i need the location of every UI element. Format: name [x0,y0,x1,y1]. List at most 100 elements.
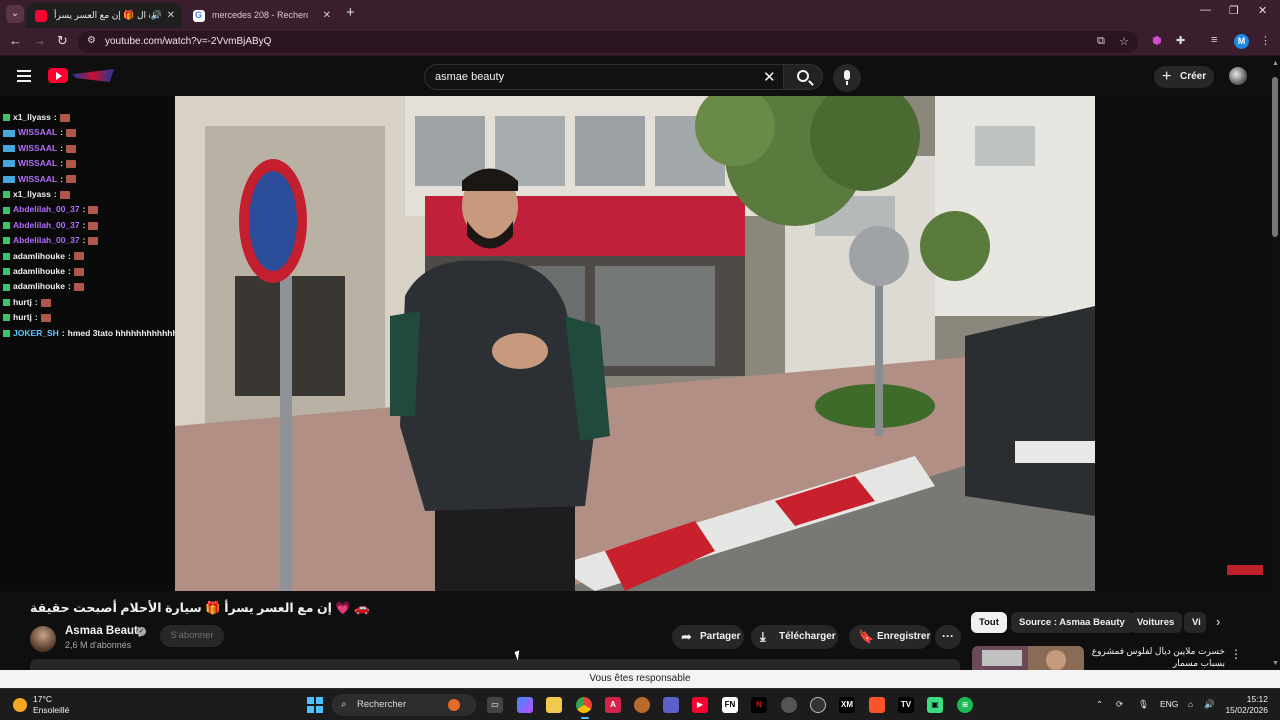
close-window-icon[interactable]: ✕ [1258,4,1267,17]
chat-username[interactable]: hurtj [13,297,32,307]
tray-sync-icon[interactable]: ⟳ [1116,699,1123,710]
chat-username[interactable]: WISSAAL [18,158,57,168]
file-explorer-icon[interactable] [546,697,562,713]
back-icon[interactable]: ← [9,33,22,48]
chip-cars[interactable]: Voitures [1129,612,1183,633]
chat-username[interactable]: x1_llyass [13,189,51,199]
menu-icon[interactable] [17,70,31,82]
chat-username[interactable]: WISSAAL [18,143,57,153]
site-info-icon[interactable]: ⚙ [87,35,96,46]
chip-all[interactable]: Tout [971,612,1007,633]
acrobat-icon[interactable]: A [605,697,621,713]
account-avatar[interactable] [1229,67,1247,85]
moderator-badge-icon [3,237,10,245]
tab-google[interactable]: mercedes 208 - Recherche Goo ✕ [184,3,338,28]
xm-app-icon[interactable]: XM [839,697,855,713]
chat-username[interactable]: Abdelilah_00_37 [13,220,80,230]
youtube-app-icon[interactable]: ▶ [692,697,708,713]
restore-icon[interactable]: ❐ [1229,4,1239,17]
app-gray-icon[interactable] [781,697,797,713]
media-control-icon[interactable]: ≡ [1211,34,1217,46]
tab-youtube[interactable]: سيارة ال 🎁 إن مع العسر يسرأ 🔊 ✕ [26,3,182,28]
chip-source[interactable]: Source : Asmaa Beauty [1011,612,1133,633]
app-circle-icon[interactable] [810,697,826,713]
windows-start-icon[interactable] [307,697,323,713]
chat-username[interactable]: adamlihouke [13,266,65,276]
notice-banner: Vous êtes responsable [0,670,1280,688]
fn-app-icon[interactable]: FN [722,697,738,713]
speaker-icon[interactable]: 🔊 [151,3,162,28]
taskbar-search[interactable]: ⌕ Rechercher [332,694,476,716]
app-orange-icon[interactable] [634,697,650,713]
chat-separator: : [34,296,38,307]
reload-icon[interactable]: ↻ [57,33,68,49]
chat-username[interactable]: JOKER_SH [13,328,59,338]
scroll-up-icon[interactable]: ▲ [1272,60,1279,67]
chrome-icon[interactable] [576,697,592,713]
recommended-menu-icon[interactable]: ⋮ [1230,647,1242,661]
netflix-icon[interactable]: N [751,697,767,713]
tray-overflow-icon[interactable]: ⌃ [1096,699,1103,710]
voice-search-button[interactable] [833,64,861,92]
weather-sun-icon[interactable] [13,698,27,712]
close-tab-icon[interactable]: ✕ [167,3,175,28]
more-actions-button[interactable]: ··· [935,625,961,649]
android-app-icon[interactable]: ▣ [927,697,943,713]
volume-icon[interactable]: 🔊 [1204,699,1215,710]
extension-shield-icon[interactable]: ⬢ [1152,34,1162,47]
language-indicator[interactable]: ENG [1160,699,1178,709]
install-app-icon[interactable]: ⧉ [1097,35,1105,48]
search-button[interactable] [783,64,823,90]
profile-avatar[interactable]: M [1234,34,1249,49]
share-button[interactable]: ➦ Partager [672,625,744,649]
chat-username[interactable]: WISSAAL [18,127,57,137]
download-button[interactable]: ⤓ Télécharger [751,625,838,649]
tradingview-icon[interactable]: TV [898,697,914,713]
chat-username[interactable]: hurtj [13,312,32,322]
scrollbar-thumb[interactable] [1272,77,1278,237]
emote-icon [88,236,99,245]
forward-icon[interactable]: → [33,33,46,48]
chrome-menu-icon[interactable]: ⋮ [1260,34,1271,47]
channel-avatar[interactable] [30,626,56,652]
network-icon[interactable]: ⌂ [1188,699,1193,709]
tab-search-button[interactable]: ⌄ [6,5,24,23]
subscribe-button[interactable]: S'abonner [160,625,224,647]
channel-name[interactable]: Asmaa Beauty [65,625,144,637]
taskbar-clock[interactable]: 15:12 15/02/2026 [1222,694,1268,716]
chat-username[interactable]: x1_llyass [13,112,51,122]
chip-more[interactable]: Vi [1184,612,1206,633]
task-view-icon[interactable]: ▭ [487,697,503,713]
weather-widget[interactable]: 17°C Ensoleillé [33,694,69,716]
chat-username[interactable]: adamlihouke [13,281,65,291]
recommended-thumbnail[interactable] [972,646,1084,670]
copilot-icon[interactable] [517,697,533,713]
scroll-down-icon[interactable]: ▼ [1272,660,1279,667]
search-input[interactable]: asmae beauty ✕ [424,64,784,90]
minimize-icon[interactable]: — [1200,4,1211,16]
save-button[interactable]: 🔖 Enregistrer [849,625,931,649]
share-icon: ➦ [681,629,692,644]
bookmark-star-icon[interactable]: ☆ [1119,35,1129,48]
extensions-puzzle-icon[interactable]: ✚ [1176,34,1185,47]
chat-username[interactable]: Abdelilah_00_37 [13,204,80,214]
search-query[interactable]: asmae beauty [435,71,504,83]
chat-username[interactable]: adamlihouke [13,251,65,261]
page-scrollbar[interactable]: ▲ ▼ [1270,57,1280,670]
chevron-right-icon[interactable]: › [1216,614,1220,629]
tray-mic-icon[interactable]: 🎙 [1138,699,1149,710]
video-player[interactable] [175,96,1095,591]
create-button[interactable]: + Créer [1154,66,1214,88]
clear-search-icon[interactable]: ✕ [763,68,776,86]
new-tab-button[interactable]: + [346,4,355,21]
chat-username[interactable]: Abdelilah_00_37 [13,235,80,245]
close-tab-icon[interactable]: ✕ [323,3,331,28]
teams-icon[interactable] [663,697,679,713]
omnibox[interactable]: ⚙ youtube.com/watch?v=-2VvmBjAByQ ⧉ ☆ [78,31,1138,53]
url-text[interactable]: youtube.com/watch?v=-2VvmBjAByQ [105,36,271,47]
chat-username[interactable]: WISSAAL [18,174,57,184]
youtube-logo[interactable] [48,68,114,84]
recommended-title[interactable]: خسرت ملايين ديال لفلوس فمشروع بسباب مسما… [1090,645,1225,669]
spotify-icon[interactable]: ≋ [957,697,973,713]
brave-icon[interactable] [869,697,885,713]
